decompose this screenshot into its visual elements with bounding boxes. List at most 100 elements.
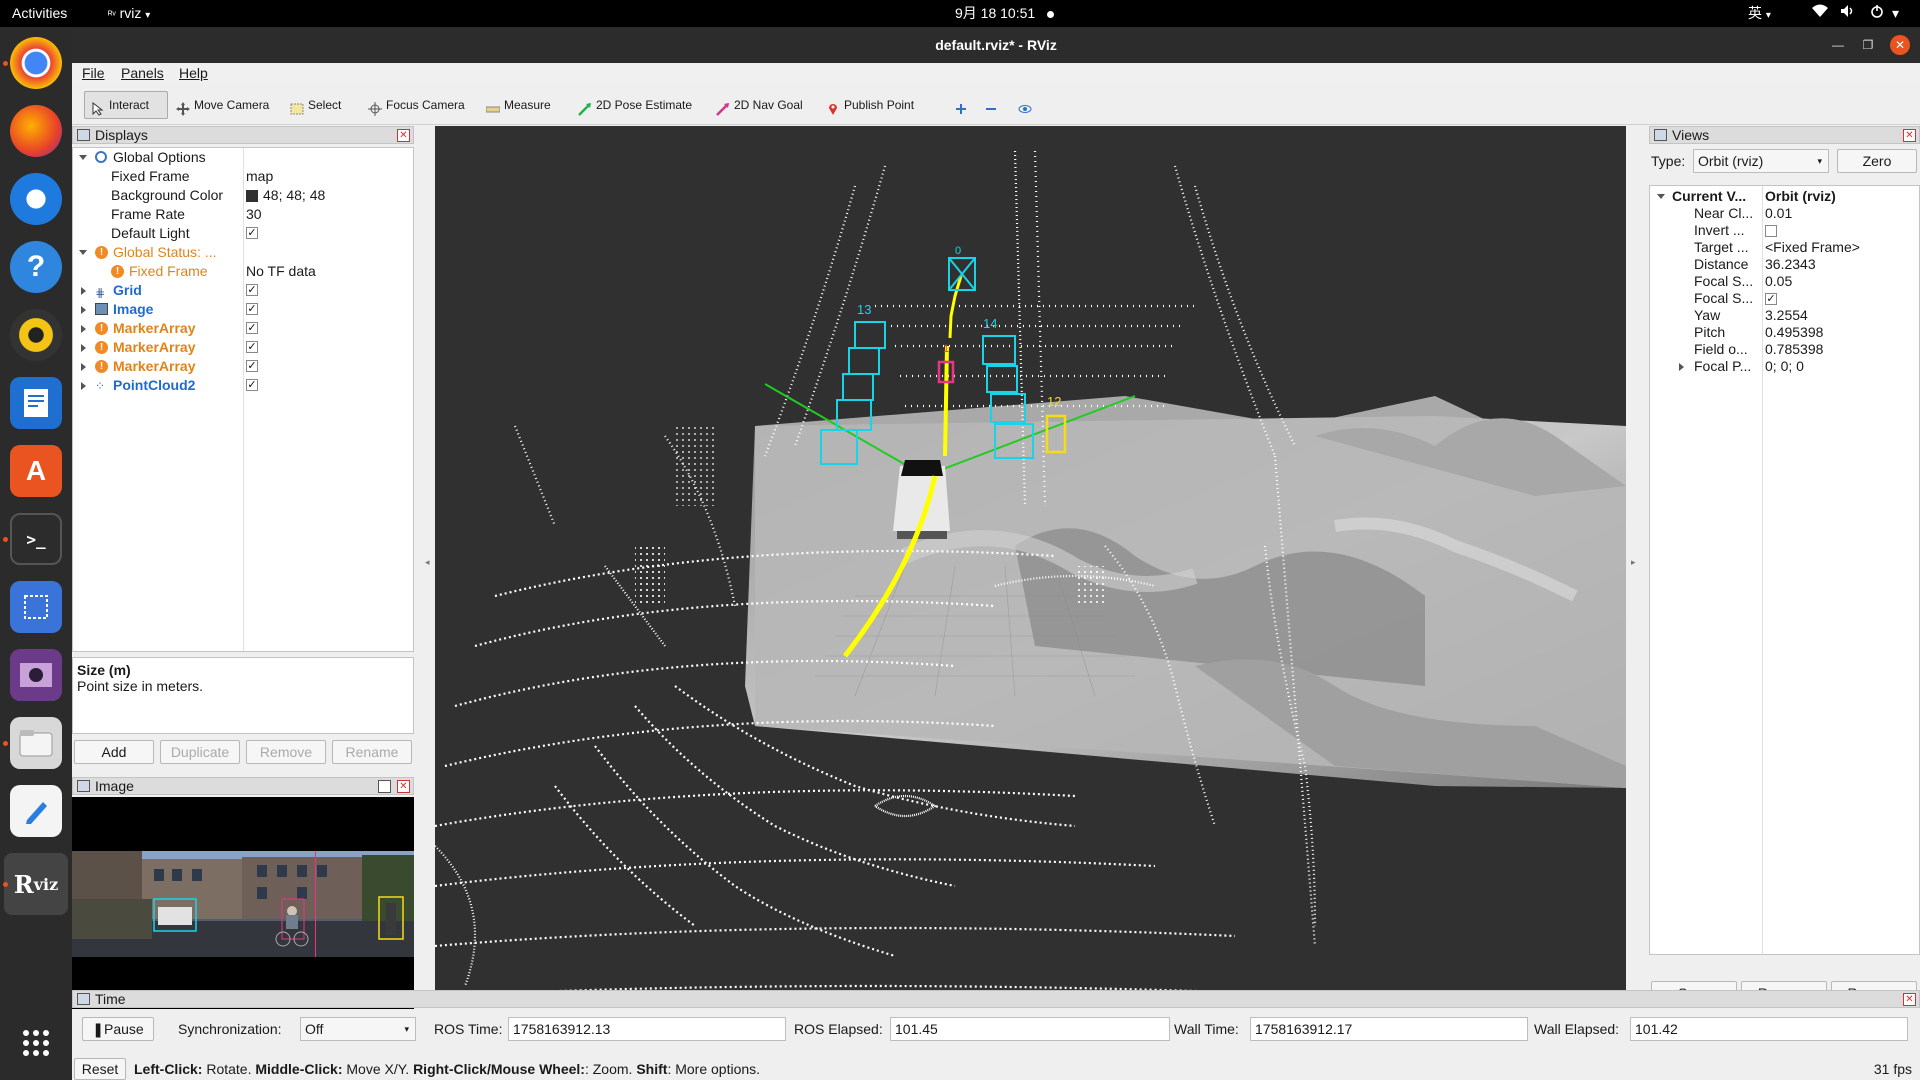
checkbox-checked[interactable]: ✓ — [246, 284, 258, 296]
rviz-icon[interactable]: Rviz — [4, 853, 68, 915]
chevron-down-icon[interactable]: ▾ — [1892, 0, 1899, 27]
tree-row-near-clip[interactable]: Near Cl... 0.01 — [1650, 205, 1919, 222]
expand-arrow-icon[interactable] — [81, 363, 86, 371]
focus-camera-tool-button[interactable]: Focus Camera — [362, 91, 471, 119]
expand-arrow-icon[interactable] — [81, 325, 86, 333]
reset-button[interactable]: Reset — [74, 1058, 126, 1080]
minimize-button[interactable]: — — [1828, 35, 1848, 55]
tree-value[interactable]: 0.495398 — [1765, 324, 1823, 341]
tree-row-focal-point[interactable]: Focal P... 0; 0; 0 — [1650, 358, 1919, 375]
splitter-right-handle[interactable]: ▸ — [1631, 557, 1636, 568]
tree-row-status-fixed-frame[interactable]: ! Fixed Frame No TF data — [73, 262, 483, 281]
rhythmbox-icon[interactable] — [10, 309, 62, 361]
tree-value[interactable]: 48; 48; 48 — [263, 186, 325, 205]
close-icon[interactable]: ✕ — [1903, 993, 1916, 1006]
expand-arrow-icon[interactable] — [81, 382, 86, 390]
window-titlebar[interactable]: default.rviz* - RViz — ❐ ✕ — [72, 27, 1920, 63]
input-method-indicator[interactable]: 英 ▾ — [1748, 0, 1771, 27]
view-type-dropdown[interactable]: Orbit (rviz) ▾ — [1693, 149, 1829, 173]
close-button[interactable]: ✕ — [1890, 35, 1910, 55]
chrome-icon[interactable] — [10, 37, 62, 89]
ros-elapsed-field[interactable]: 101.45 — [890, 1017, 1170, 1041]
volume-icon[interactable] — [1840, 0, 1856, 27]
expand-arrow-icon[interactable] — [81, 306, 86, 314]
app-menu[interactable]: ᴿᵛ rviz ▾ — [108, 0, 150, 27]
checkbox-checked[interactable]: ✓ — [1765, 293, 1777, 305]
expand-arrow-icon[interactable] — [79, 155, 87, 160]
tree-row-focal-shape-size[interactable]: Focal S... 0.05 — [1650, 273, 1919, 290]
thunderbird-icon[interactable] — [10, 173, 62, 225]
measure-tool-button[interactable]: Measure — [480, 91, 557, 119]
close-icon[interactable]: ✕ — [1903, 129, 1916, 142]
help-icon[interactable]: ? — [10, 241, 62, 293]
checkbox-checked[interactable]: ✓ — [246, 360, 258, 372]
wall-time-field[interactable]: 1758163912.17 — [1250, 1017, 1528, 1041]
color-swatch[interactable] — [246, 190, 258, 202]
expand-arrow-icon[interactable] — [81, 287, 86, 295]
tree-value[interactable]: 30 — [246, 205, 262, 224]
tree-value[interactable]: 0; 0; 0 — [1765, 358, 1804, 375]
tree-row-markerarray-3[interactable]: ! MarkerArray ✓ — [73, 357, 483, 376]
checkbox-checked[interactable]: ✓ — [246, 322, 258, 334]
add-tool-button[interactable] — [948, 91, 974, 119]
3d-render-viewport[interactable]: 0 13 14 1 12 — [435, 126, 1626, 1008]
tree-row-current-view[interactable]: Current V... Orbit (rviz) — [1650, 188, 1919, 205]
tree-row-yaw[interactable]: Yaw 3.2554 — [1650, 307, 1919, 324]
duplicate-display-button[interactable]: Duplicate — [160, 740, 240, 764]
undock-icon[interactable] — [378, 780, 391, 793]
files-icon[interactable] — [10, 717, 62, 769]
checkbox-checked[interactable]: ✓ — [246, 341, 258, 353]
rename-display-button[interactable]: Rename — [332, 740, 412, 764]
tool-properties-button[interactable] — [1012, 91, 1038, 119]
expand-arrow-icon[interactable] — [1657, 194, 1665, 199]
tree-value[interactable]: 36.2343 — [1765, 256, 1816, 273]
close-icon[interactable]: ✕ — [397, 129, 410, 142]
power-icon[interactable] — [1870, 0, 1884, 27]
camera-image-view[interactable] — [72, 797, 414, 1009]
tree-value[interactable]: 0.05 — [1765, 273, 1792, 290]
tree-row-focal-shape-fixed[interactable]: Focal S... ✓ — [1650, 290, 1919, 307]
add-display-button[interactable]: Add — [74, 740, 154, 764]
tree-value[interactable]: 0.01 — [1765, 205, 1792, 222]
maximize-button[interactable]: ❐ — [1858, 35, 1878, 55]
tree-row-target-frame[interactable]: Target ... <Fixed Frame> — [1650, 239, 1919, 256]
splitter-left-handle[interactable]: ◂ — [425, 557, 430, 568]
expand-arrow-icon[interactable] — [81, 344, 86, 352]
checkbox-checked[interactable]: ✓ — [246, 303, 258, 315]
tree-row-global-options[interactable]: Global Options — [73, 148, 483, 167]
tree-value[interactable]: <Fixed Frame> — [1765, 239, 1860, 256]
writer-icon[interactable] — [10, 377, 62, 429]
tree-row-default-light[interactable]: Default Light ✓ — [73, 224, 483, 243]
tree-row-global-status[interactable]: ! Global Status: ... — [73, 243, 483, 262]
publish-point-tool-button[interactable]: Publish Point — [820, 91, 920, 119]
tree-row-image[interactable]: Image ✓ — [73, 300, 483, 319]
nav-goal-tool-button[interactable]: 2D Nav Goal — [710, 91, 809, 119]
checkbox-checked[interactable]: ✓ — [246, 227, 258, 239]
move-camera-tool-button[interactable]: Move Camera — [170, 91, 275, 119]
interact-tool-button[interactable]: Interact — [84, 91, 168, 119]
pose-estimate-tool-button[interactable]: 2D Pose Estimate — [572, 91, 698, 119]
expand-arrow-icon[interactable] — [1679, 363, 1684, 371]
tree-row-markerarray-1[interactable]: ! MarkerArray ✓ — [73, 319, 483, 338]
zero-button[interactable]: Zero — [1837, 149, 1917, 173]
checkbox-checked[interactable]: ✓ — [246, 379, 258, 391]
select-tool-button[interactable]: Select — [284, 91, 347, 119]
tree-row-distance[interactable]: Distance 36.2343 — [1650, 256, 1919, 273]
tree-row-background-color[interactable]: Background Color 48; 48; 48 — [73, 186, 483, 205]
tree-value[interactable]: map — [246, 167, 273, 186]
menu-panels[interactable]: Panels — [121, 65, 164, 81]
software-icon[interactable]: A — [10, 445, 62, 497]
firefox-icon[interactable] — [10, 105, 62, 157]
tree-row-grid[interactable]: ⋕ Grid ✓ — [73, 281, 483, 300]
tree-value[interactable]: 0.785398 — [1765, 341, 1823, 358]
wall-elapsed-field[interactable]: 101.42 — [1630, 1017, 1908, 1041]
sync-dropdown[interactable]: Off ▾ — [300, 1017, 416, 1041]
activities-button[interactable]: Activities — [12, 0, 67, 27]
menu-help[interactable]: Help — [179, 65, 208, 81]
checkbox-unchecked[interactable] — [1765, 225, 1777, 237]
terminal-icon[interactable]: >_ — [10, 513, 62, 565]
expand-arrow-icon[interactable] — [79, 250, 87, 255]
pause-button[interactable]: ❚Pause — [82, 1017, 154, 1041]
wifi-icon[interactable] — [1812, 0, 1828, 27]
app-grid-icon[interactable] — [10, 1017, 62, 1069]
